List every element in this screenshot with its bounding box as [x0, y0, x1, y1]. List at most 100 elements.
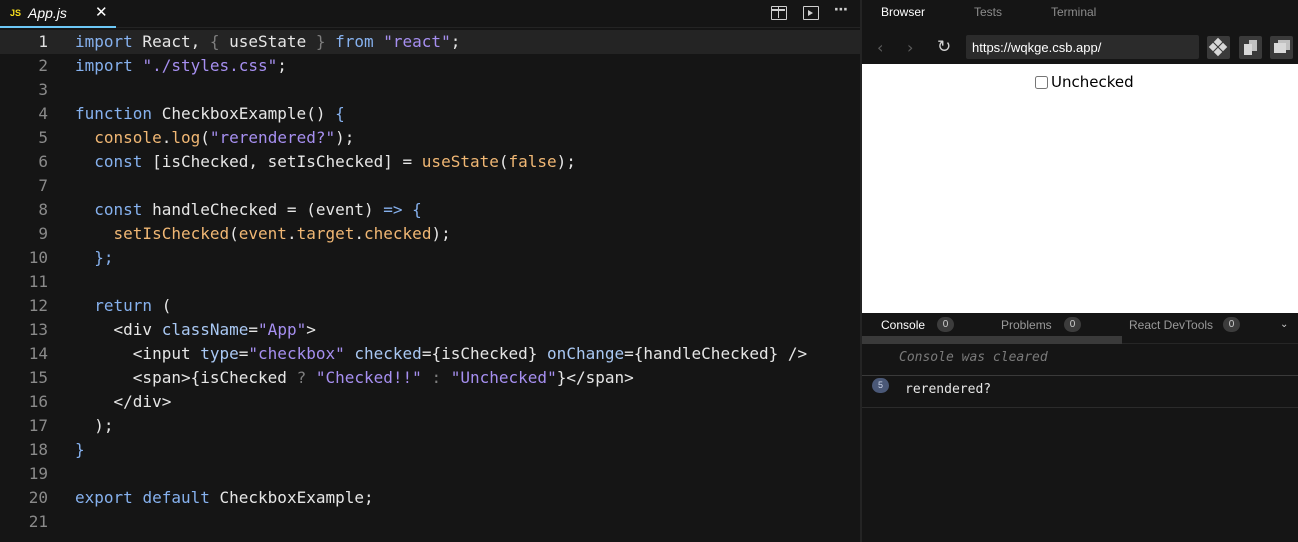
- code-token: ?: [296, 368, 307, 387]
- code-line[interactable]: 6 const [isChecked, setIsChecked] = useS…: [0, 150, 860, 174]
- open-preview-icon[interactable]: [803, 6, 819, 20]
- console-scrollbar[interactable]: [862, 336, 1122, 344]
- code-text: <input type="checkbox" checked={isChecke…: [75, 342, 807, 366]
- browser-preview: Unchecked: [862, 64, 1298, 313]
- code-token: function: [75, 104, 153, 123]
- code-token: }: [75, 440, 85, 459]
- code-line[interactable]: 9 setIsChecked(event.target.checked);: [0, 222, 860, 246]
- code-text: import "./styles.css";: [75, 54, 287, 78]
- code-line[interactable]: 12 return (: [0, 294, 860, 318]
- code-line[interactable]: 21: [0, 510, 860, 534]
- console-log-message: rerendered?: [905, 382, 992, 397]
- code-line[interactable]: 4 function CheckboxExample() {: [0, 102, 860, 126]
- copy-icon[interactable]: [1239, 36, 1262, 59]
- code-text: }: [75, 438, 85, 462]
- js-file-icon: JS: [10, 8, 22, 18]
- close-tab-icon[interactable]: ✕: [95, 3, 108, 21]
- code-token: useState: [421, 152, 499, 171]
- code-line[interactable]: 8 const handleChecked = (event) => {: [0, 198, 860, 222]
- line-number: 16: [28, 392, 48, 411]
- code-line[interactable]: 7: [0, 174, 860, 198]
- code-token: =: [248, 320, 259, 339]
- code-token: (: [229, 224, 239, 243]
- code-line[interactable]: 10 };: [0, 246, 860, 270]
- tab-browser[interactable]: Browser: [881, 5, 925, 19]
- code-token: };: [94, 248, 114, 267]
- code-token: const: [94, 200, 143, 219]
- code-area[interactable]: 1 import React, { useState } from "react"…: [0, 30, 860, 534]
- tab-problems[interactable]: Problems: [1001, 318, 1052, 332]
- code-line[interactable]: 14 <input type="checkbox" checked={isChe…: [0, 342, 860, 366]
- split-view-icon[interactable]: [771, 6, 787, 20]
- code-line[interactable]: 16 </div>: [0, 390, 860, 414]
- code-token: type: [200, 344, 239, 363]
- right-panel: Browser Tests Terminal ‹ › ↻ Unchecked C…: [862, 0, 1298, 542]
- code-token: handleChecked = (event): [142, 200, 384, 219]
- more-options-icon[interactable]: ⋯: [834, 2, 852, 18]
- code-text: const handleChecked = (event) => {: [75, 198, 422, 222]
- code-line[interactable]: 5 console.log("rerendered?");: [0, 126, 860, 150]
- chevron-down-icon[interactable]: ⌄: [1280, 319, 1288, 330]
- code-text: <div className="App">: [75, 318, 316, 342]
- code-token: }</span>: [556, 368, 634, 387]
- code-line[interactable]: 2 import "./styles.css";: [0, 54, 860, 78]
- code-token: "./styles.css": [142, 56, 278, 75]
- code-editor-pane[interactable]: JS App.js ✕ ⋯ 1 import React, { useState …: [0, 0, 860, 542]
- refresh-icon[interactable]: ↻: [937, 37, 951, 57]
- code-text: </div>: [75, 390, 172, 414]
- tab-react-devtools[interactable]: React DevTools: [1129, 318, 1213, 332]
- code-token: "checkbox": [248, 344, 345, 363]
- tab-terminal[interactable]: Terminal: [1051, 5, 1096, 19]
- log-repeat-count-badge: 5: [872, 378, 889, 393]
- code-token: ;: [450, 32, 461, 51]
- code-token: .: [286, 224, 297, 243]
- line-number: 8: [38, 200, 48, 219]
- code-token: >: [306, 320, 316, 339]
- code-token: );: [335, 128, 355, 147]
- line-number: 5: [38, 128, 48, 147]
- code-token: log: [171, 128, 201, 147]
- open-new-window-icon[interactable]: [1270, 36, 1293, 59]
- code-line[interactable]: 18}: [0, 438, 860, 462]
- file-tab-app-js[interactable]: JS App.js ✕: [0, 0, 116, 28]
- code-text: console.log("rerendered?");: [75, 126, 354, 150]
- line-number: 2: [38, 56, 48, 75]
- code-token: :: [431, 368, 442, 387]
- back-icon[interactable]: ‹: [877, 38, 883, 57]
- code-line[interactable]: 19: [0, 462, 860, 486]
- console-divider: [862, 375, 1298, 376]
- url-input[interactable]: [966, 35, 1199, 59]
- code-line[interactable]: 3: [0, 78, 860, 102]
- code-line[interactable]: 20 export default CheckboxExample;: [0, 486, 860, 510]
- console-divider: [1122, 343, 1298, 344]
- tab-tests[interactable]: Tests: [974, 5, 1002, 19]
- tab-console[interactable]: Console: [881, 318, 925, 332]
- forward-icon[interactable]: ›: [907, 38, 913, 57]
- code-text: function CheckboxExample() {: [75, 102, 345, 126]
- code-line[interactable]: 17 );: [0, 414, 860, 438]
- codesandbox-logo-icon[interactable]: [1207, 36, 1230, 59]
- code-token: import: [75, 56, 133, 75]
- line-number: 15: [28, 368, 48, 387]
- code-token: export: [75, 488, 133, 507]
- line-number: 12: [28, 296, 48, 315]
- code-text: const [isChecked, setIsChecked] = useSta…: [75, 150, 576, 174]
- code-token: =: [238, 344, 249, 363]
- preview-checkbox[interactable]: [1035, 75, 1048, 89]
- code-token: =>: [383, 200, 403, 219]
- code-token: CheckboxExample;: [209, 488, 374, 507]
- code-line[interactable]: 11: [0, 270, 860, 294]
- code-line[interactable]: 1 import React, { useState } from "react"…: [0, 30, 860, 54]
- line-number: 7: [38, 176, 48, 195]
- code-token: "rerendered?": [209, 128, 336, 147]
- code-line[interactable]: 15 <span>{isChecked ? "Checked!!" : "Unc…: [0, 366, 860, 390]
- code-token: ={handleChecked} />: [624, 344, 808, 363]
- checkbox-row: Unchecked: [1035, 73, 1134, 91]
- code-line[interactable]: 13 <div className="App">: [0, 318, 860, 342]
